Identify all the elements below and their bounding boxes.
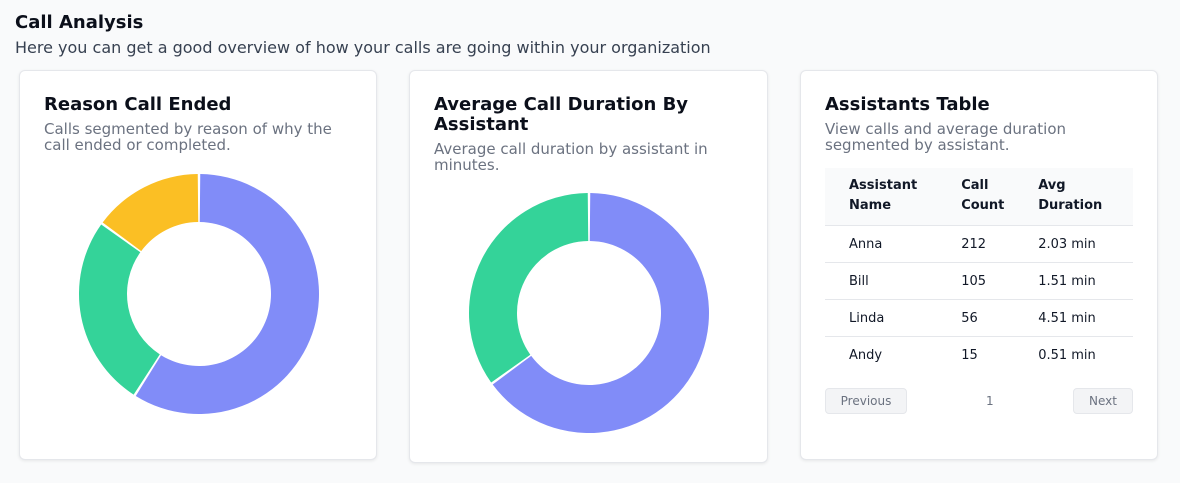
card-description: Average call duration by assistant in mi… [434, 140, 708, 174]
page-title: Call Analysis [15, 12, 144, 33]
next-button[interactable]: Next [1073, 388, 1133, 414]
cell-assistant-name: Anna [825, 225, 938, 263]
cell-call-count: 105 [937, 262, 1026, 300]
donut-slice-2[interactable] [469, 193, 589, 383]
card-title: Reason Call Ended [44, 94, 232, 115]
card-title: Average Call Duration By Assistant [434, 94, 689, 135]
cell-assistant-name: Linda [825, 299, 938, 337]
assistants-table-card: Assistants Table View calls and average … [800, 70, 1158, 460]
table-header-row: Assistant Name Call Count Avg Duration [825, 168, 1133, 226]
cell-avg-duration: 0.51 min [1038, 347, 1096, 363]
table-row[interactable]: Linda 56 4.51 min [825, 299, 1133, 337]
duration-donut-chart [469, 193, 709, 433]
cell-assistant-name: Andy [849, 347, 883, 363]
donut-slice-2[interactable] [78, 224, 160, 395]
reason-call-ended-card: Reason Call Ended Calls segmented by rea… [19, 70, 377, 460]
reason-donut-chart [78, 174, 319, 414]
header-call-count: Call Count [937, 168, 1026, 226]
table-row[interactable]: Bill 105 1.51 min [825, 262, 1133, 300]
cell-avg-duration: 2.03 min [1025, 225, 1133, 263]
page-subtitle: Here you can get a good overview of how … [15, 38, 711, 57]
header-avg-duration: Avg Duration [1025, 168, 1133, 226]
assistants-table: Assistant Name Call Count Avg Duration A… [825, 168, 1133, 374]
card-description: View calls and average duration segmente… [825, 120, 1067, 154]
cell-assistant-name: Bill [825, 262, 938, 300]
cell-call-count: 212 [937, 225, 1026, 263]
page-number: 1 [986, 394, 994, 408]
avg-duration-card: Average Call Duration By Assistant Avera… [409, 70, 768, 463]
cell-avg-duration: 1.51 min [1025, 262, 1133, 300]
cell-call-count: 56 [937, 299, 1026, 337]
previous-button[interactable]: Previous [825, 388, 907, 414]
call-analysis-page: Call Analysis Here you can get a good ov… [0, 0, 1180, 483]
cell-avg-duration: 4.51 min [1025, 299, 1133, 337]
header-assistant-name: Assistant Name [825, 168, 938, 226]
card-title: Assistants Table [825, 94, 990, 115]
cell-call-count: 15 [961, 347, 978, 363]
card-description: Calls segmented by reason of why the cal… [44, 120, 332, 154]
table-row[interactable]: Anna 212 2.03 min [825, 225, 1133, 263]
table-row[interactable]: Andy 15 0.51 min [825, 337, 1133, 374]
